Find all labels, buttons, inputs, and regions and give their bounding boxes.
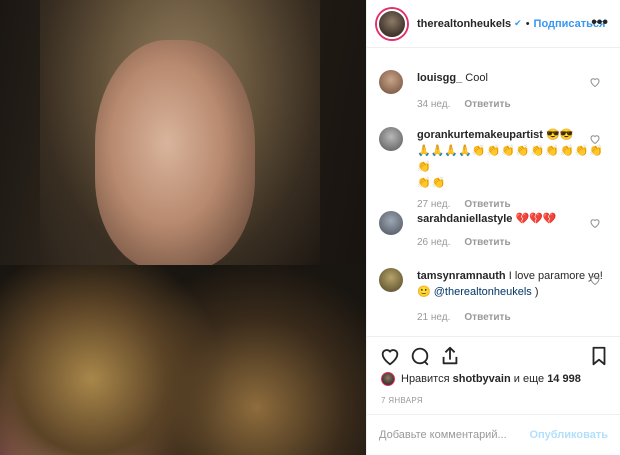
like-heart-icon[interactable] [589, 217, 601, 229]
more-options-icon[interactable]: ••• [591, 14, 608, 32]
photo-face [95, 40, 255, 270]
commenter-username[interactable]: louisgg_ [417, 72, 462, 84]
liker-avatar[interactable] [381, 372, 395, 386]
comment-content: 💔💔💔 [515, 213, 557, 225]
verified-icon: ✔ [514, 18, 522, 28]
comment-meta: 34 нед. Ответить [417, 99, 609, 110]
like-heart-icon[interactable] [589, 274, 601, 286]
commenter-avatar[interactable] [379, 70, 403, 94]
likes-prefix: Нравится [401, 373, 450, 385]
comment-content: Cool [465, 72, 488, 84]
share-icon[interactable] [439, 345, 461, 367]
commenter-username[interactable]: tamsynramnauth [417, 270, 506, 282]
comment-age: 21 нед. [417, 312, 451, 323]
comment-input[interactable]: Добавьте комментарий... [379, 429, 529, 441]
comment-text: sarahdaniellastyle 💔💔💔 [417, 211, 609, 227]
add-comment-bar: Добавьте комментарий... Опубликовать [367, 414, 620, 455]
commenter-username[interactable]: sarahdaniellastyle [417, 213, 512, 225]
comment-text: tamsynramnauth I love paramore yo!🙂 @the… [417, 268, 609, 300]
comment-text: louisgg_ Cool [417, 70, 609, 86]
comment-text: gorankurtemakeupartist 😎😎 🙏🙏🙏🙏👏👏👏👏👏👏👏👏👏👏… [417, 127, 609, 191]
comment-item: tamsynramnauth I love paramore yo!🙂 @the… [379, 268, 609, 323]
comment-age: 34 нед. [417, 99, 451, 110]
reply-button[interactable]: Ответить [464, 312, 510, 323]
comment-mention-link[interactable]: @therealtonheukels [434, 286, 532, 298]
liker-username[interactable]: shotbyvain [453, 373, 511, 385]
comment-age: 27 нед. [417, 199, 451, 210]
author-avatar[interactable] [377, 8, 407, 39]
author-username[interactable]: therealtonheukels [417, 18, 511, 30]
post-header: therealtonheukels ✔ • Подписаться ••• [367, 0, 620, 48]
commenter-avatar[interactable] [379, 127, 403, 151]
like-heart-icon[interactable] [589, 76, 601, 88]
comment-emoji: 🙏🙏🙏🙏 [417, 145, 472, 157]
bookmark-icon[interactable] [588, 345, 610, 367]
reply-button[interactable]: Ответить [464, 99, 510, 110]
like-heart-icon[interactable] [379, 345, 401, 367]
comment-tail: ) [534, 286, 539, 298]
post-date: 7 ЯНВАРЯ [381, 396, 423, 405]
comment-item: louisgg_ Cool 34 нед. Ответить [379, 70, 609, 110]
comment-item: sarahdaniellastyle 💔💔💔 26 нед. Ответить [379, 211, 609, 248]
commenter-avatar[interactable] [379, 268, 403, 292]
likes-count[interactable]: 14 998 [547, 373, 581, 385]
action-bar [367, 336, 620, 372]
likes-middle: и еще [513, 373, 545, 385]
commenter-avatar[interactable] [379, 211, 403, 235]
comment-meta: 26 нед. Ответить [417, 237, 609, 248]
reply-button[interactable]: Ответить [464, 199, 510, 210]
photo-shirt [0, 265, 366, 455]
comment-emoji: 😎😎 [546, 129, 574, 141]
likes-summary: Нравится shotbyvain и еще 14 998 [381, 372, 581, 386]
divider [366, 0, 367, 455]
reply-button[interactable]: Ответить [464, 237, 510, 248]
like-heart-icon[interactable] [589, 133, 601, 145]
comment-meta: 27 нед. Ответить [417, 199, 609, 210]
comment-item: gorankurtemakeupartist 😎😎 🙏🙏🙏🙏👏👏👏👏👏👏👏👏👏👏… [379, 127, 609, 210]
comment-bubble-icon[interactable] [409, 345, 431, 367]
comment-age: 26 нед. [417, 237, 451, 248]
post-photo[interactable] [0, 0, 366, 455]
commenter-username[interactable]: gorankurtemakeupartist [417, 129, 543, 141]
separator-dot: • [525, 17, 530, 30]
comment-emoji: 👏👏 [417, 177, 447, 189]
post-comment-button[interactable]: Опубликовать [529, 429, 608, 441]
comment-meta: 21 нед. Ответить [417, 312, 609, 323]
